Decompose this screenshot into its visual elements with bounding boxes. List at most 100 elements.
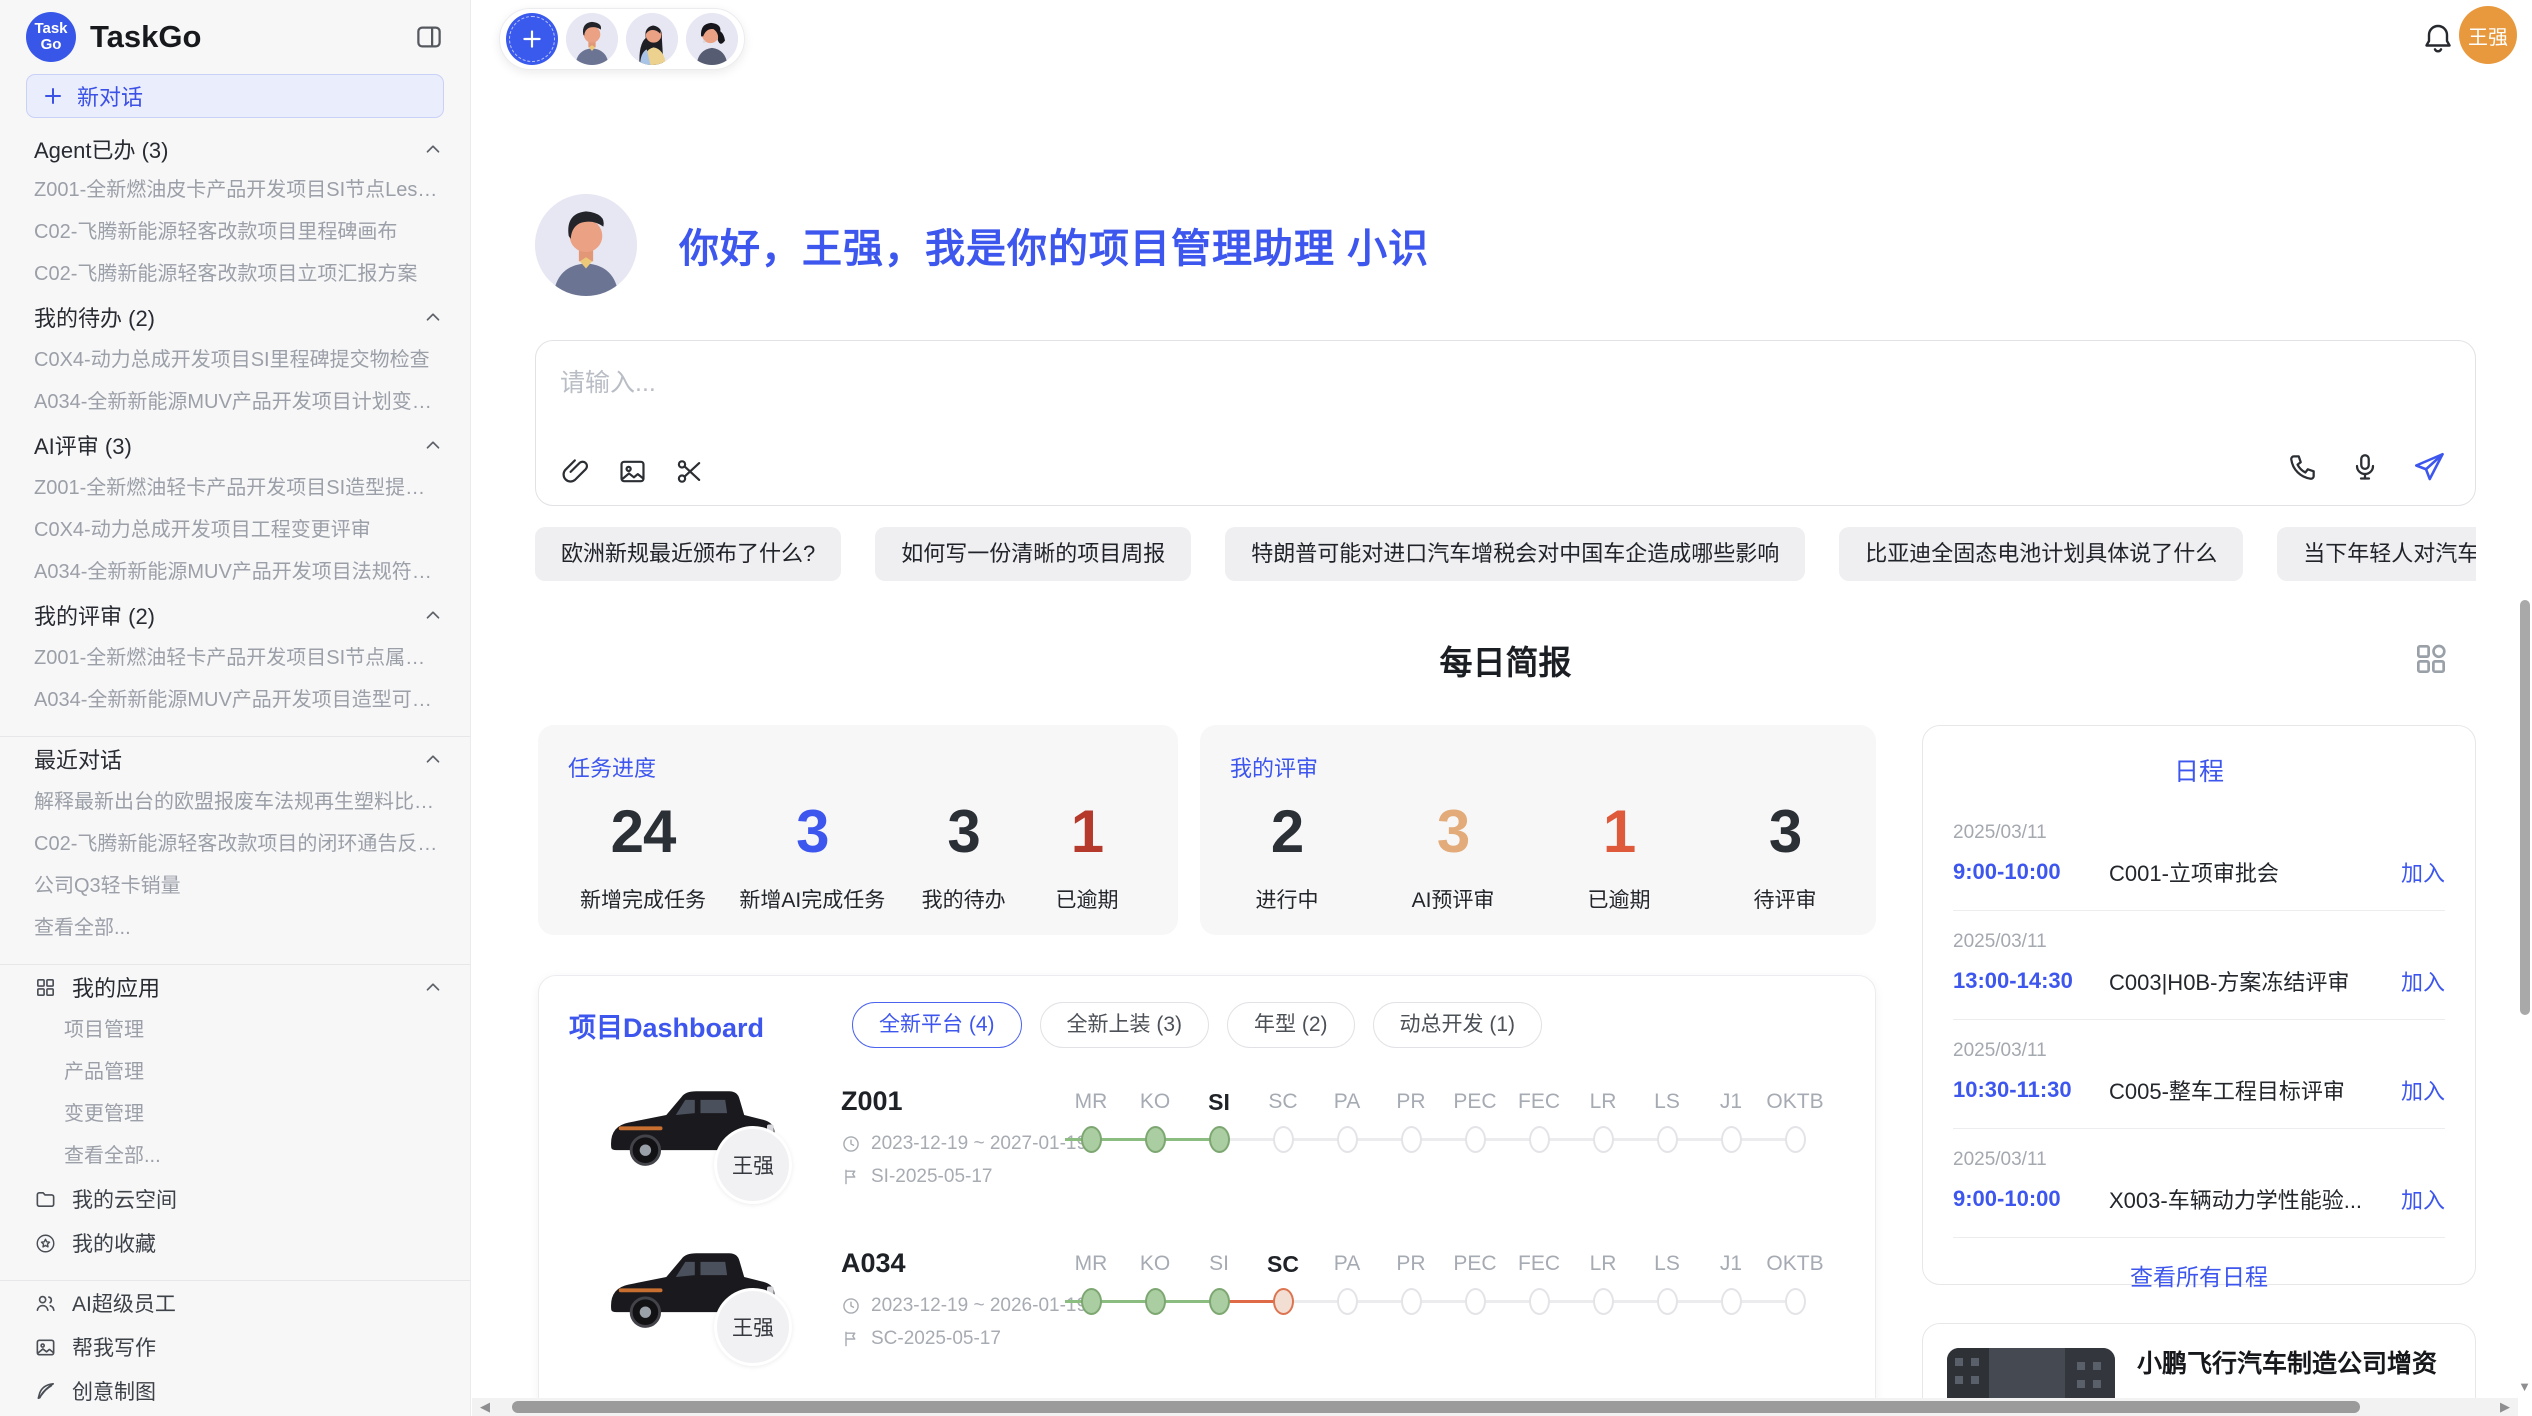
section-agent-done[interactable]: Agent已办 (3) xyxy=(26,129,444,169)
project-date-range: 2023-12-19 ~ 2026-01-19 xyxy=(871,1295,1087,1317)
suggestion-chip[interactable]: 欧洲新规最近颁布了什么? xyxy=(535,527,841,581)
chevron-up-icon xyxy=(422,604,444,626)
milestone-dot xyxy=(1273,1288,1294,1315)
sidebar-item-help-me-write[interactable]: 帮我写作 xyxy=(26,1325,444,1369)
milestone-dot xyxy=(1657,1288,1678,1315)
sidebar-item-ai-super-staff[interactable]: AI超级员工 xyxy=(26,1281,444,1325)
collapse-sidebar-button[interactable] xyxy=(414,22,444,52)
stat-my-todo: 3 我的待办 xyxy=(919,797,1009,914)
chevron-up-icon xyxy=(422,748,444,770)
horizontal-scrollbar-thumb[interactable] xyxy=(512,1401,2360,1413)
new-chat-button[interactable]: 新对话 xyxy=(26,74,444,118)
voice-input-button[interactable] xyxy=(2349,451,2381,483)
snippet-button[interactable] xyxy=(674,456,705,487)
insert-image-button[interactable] xyxy=(617,456,648,487)
horizontal-scrollbar[interactable]: ◀ ▶ xyxy=(472,1398,2518,1416)
project-row[interactable]: 王强 Z001 2023-12-19 ~ 2027-01-19 SI-2025-… xyxy=(539,1064,1875,1226)
recent-chat-item[interactable]: C02-飞腾新能源轻客改款项目的闭环通告反馈情况 xyxy=(26,823,444,865)
scroll-left-arrow-icon[interactable]: ◀ xyxy=(480,1398,490,1416)
suggestion-chip[interactable]: 当下年轻人对汽车外观有怎样的喜好趋势 xyxy=(2277,527,2476,581)
project-row[interactable]: 王强 A034 2023-12-19 ~ 2026-01-19 SC-2025-… xyxy=(539,1226,1875,1388)
join-meeting-button[interactable]: 加入 xyxy=(2401,856,2445,888)
project-owner-avatar: 王强 xyxy=(714,1288,792,1366)
agent-avatar[interactable] xyxy=(566,13,618,65)
view-all-schedule-link[interactable]: 查看所有日程 xyxy=(1953,1258,2445,1292)
sidebar-item-cloud-space[interactable]: 我的云空间 xyxy=(26,1177,444,1221)
message-composer xyxy=(535,340,2476,506)
agent-pill xyxy=(499,8,745,70)
agent-avatar[interactable] xyxy=(626,13,678,65)
section-my-apps[interactable]: 我的应用 xyxy=(26,965,444,1009)
recent-chat-item[interactable]: 公司Q3轻卡销量 xyxy=(26,865,444,907)
add-agent-button[interactable] xyxy=(506,13,558,65)
recent-chat-item[interactable]: 解释最新出台的欧盟报废车法规再生塑料比例被调至15%... xyxy=(26,781,444,823)
task-item[interactable]: Z001-全新燃油皮卡产品开发项目SI节点Lesson Learn报告 xyxy=(26,169,444,211)
section-my-todo[interactable]: 我的待办 (2) xyxy=(26,295,444,339)
tab-model-year[interactable]: 年型 (2) xyxy=(1227,1002,1355,1048)
scroll-right-arrow-icon[interactable]: ▶ xyxy=(2500,1398,2510,1416)
chat-input[interactable] xyxy=(560,363,2260,429)
send-button[interactable] xyxy=(2411,449,2447,485)
suggestion-chip[interactable]: 比亚迪全固态电池计划具体说了什么 xyxy=(1839,527,2243,581)
join-meeting-button[interactable]: 加入 xyxy=(2401,1074,2445,1106)
section-recent-chats[interactable]: 最近对话 xyxy=(26,737,444,781)
tab-new-platform[interactable]: 全新平台 (4) xyxy=(852,1002,1022,1048)
suggestion-chip[interactable]: 如何写一份清晰的项目周报 xyxy=(875,527,1191,581)
notifications-button[interactable] xyxy=(2420,20,2456,56)
recent-view-all[interactable]: 查看全部... xyxy=(26,907,444,949)
milestone-dot xyxy=(1785,1288,1806,1315)
milestone-dot xyxy=(1081,1126,1102,1153)
sidebar-item-favorites[interactable]: 我的收藏 xyxy=(26,1221,444,1265)
apps-view-all[interactable]: 查看全部... xyxy=(26,1135,444,1177)
milestone-timeline: MR KO SI SC PA PR PEC FEC LR LS J1 OKTB xyxy=(1059,1246,1827,1320)
tab-powertrain[interactable]: 动总开发 (1) xyxy=(1373,1002,1543,1048)
stat-pending-review: 3 待评审 xyxy=(1740,797,1830,914)
task-item[interactable]: C0X4-动力总成开发项目工程变更评审 xyxy=(26,509,444,551)
schedule-date: 2025/03/11 xyxy=(1953,822,2445,844)
attach-file-button[interactable] xyxy=(560,456,591,487)
brief-layout-button[interactable] xyxy=(2412,640,2450,678)
milestone-dot xyxy=(1401,1126,1422,1153)
image-icon xyxy=(617,456,648,487)
section-ai-review[interactable]: AI评审 (3) xyxy=(26,423,444,467)
assistant-avatar xyxy=(535,194,637,296)
milestone-dot xyxy=(1593,1126,1614,1153)
tab-new-body[interactable]: 全新上装 (3) xyxy=(1040,1002,1210,1048)
milestone-node: PR xyxy=(1379,1084,1443,1158)
scroll-down-arrow-icon[interactable]: ▼ xyxy=(2518,1379,2531,1394)
task-item[interactable]: Z001-全新燃油轻卡产品开发项目SI节点属性5D文件评审 xyxy=(26,637,444,679)
milestone-node: J1 xyxy=(1699,1246,1763,1320)
app-link-change-mgmt[interactable]: 变更管理 xyxy=(26,1093,444,1135)
sidebar-item-creative-drawing[interactable]: 创意制图 xyxy=(26,1369,444,1413)
task-item[interactable]: C0X4-动力总成开发项目SI里程碑提交物检查 xyxy=(26,339,444,381)
user-avatar[interactable]: 王强 xyxy=(2459,6,2517,64)
section-my-review[interactable]: 我的评审 (2) xyxy=(26,593,444,637)
task-item[interactable]: Z001-全新燃油轻卡产品开发项目SI造型提交物评审 xyxy=(26,467,444,509)
task-item[interactable]: C02-飞腾新能源轻客改款项目里程碑画布 xyxy=(26,211,444,253)
task-item[interactable]: A034-全新新能源MUV产品开发项目计划变更表编写 xyxy=(26,381,444,423)
join-meeting-button[interactable]: 加入 xyxy=(2401,1183,2445,1215)
milestone-node-current-overdue: SC xyxy=(1251,1246,1315,1320)
schedule-item: 2025/03/11 9:00-10:00 C001-立项审批会 加入 xyxy=(1953,802,2445,911)
suggestion-chip[interactable]: 特朗普可能对进口汽车增税会对中国车企造成哪些影响 xyxy=(1225,527,1805,581)
task-item[interactable]: C02-飞腾新能源轻客改款项目立项汇报方案 xyxy=(26,253,444,295)
greeting-text: 你好，王强，我是你的项目管理助理 小识 xyxy=(679,216,1429,274)
voice-call-button[interactable] xyxy=(2287,451,2319,483)
milestone-dot xyxy=(1721,1126,1742,1153)
join-meeting-button[interactable]: 加入 xyxy=(2401,965,2445,997)
flag-icon xyxy=(841,1329,861,1349)
vertical-scrollbar-thumb[interactable] xyxy=(2520,600,2530,1015)
app-link-product-mgmt[interactable]: 产品管理 xyxy=(26,1051,444,1093)
milestone-node: OKTB xyxy=(1763,1246,1827,1320)
task-item[interactable]: A034-全新新能源MUV产品开发项目造型可行性评审 xyxy=(26,679,444,721)
task-item[interactable]: A034-全新新能源MUV产品开发项目法规符合性评审 xyxy=(26,551,444,593)
milestone-dot xyxy=(1209,1288,1230,1315)
app-link-project-mgmt[interactable]: 项目管理 xyxy=(26,1009,444,1051)
project-dashboard-card: 项目Dashboard 全新平台 (4) 全新上装 (3) 年型 (2) 动总开… xyxy=(538,975,1876,1416)
agent-avatar[interactable] xyxy=(686,13,738,65)
vertical-scrollbar[interactable]: ▼ xyxy=(2518,0,2532,1398)
panel-icon xyxy=(414,22,444,52)
milestone-node: OKTB xyxy=(1763,1084,1827,1158)
suggestion-chips: 欧洲新规最近颁布了什么? 如何写一份清晰的项目周报 特朗普可能对进口汽车增税会对… xyxy=(535,527,2476,581)
send-icon xyxy=(2411,449,2447,485)
